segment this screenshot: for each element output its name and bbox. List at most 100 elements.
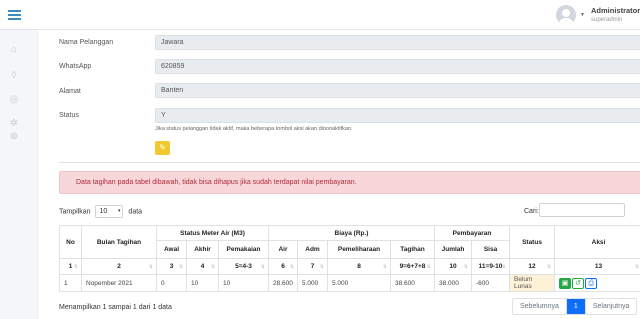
status-badge: Belum Lunas: [509, 274, 555, 292]
col-akhir: Akhir: [186, 240, 219, 259]
main-content: Nama Pelanggan Jawara WhatsApp 620859 Al…: [37, 30, 640, 319]
divider: [59, 162, 640, 163]
user-role: superadmin: [591, 17, 623, 23]
cell-pemakaian: 10: [218, 274, 269, 292]
billing-table: No Bulan Tagihan Status Meter Air (M3) B…: [59, 225, 640, 292]
whatsapp-field: 620859: [155, 59, 640, 74]
col-air: Air: [268, 240, 298, 259]
alamat-field: Banten: [155, 83, 640, 98]
pagination: Sebelumnya 1 Selanjutnya: [512, 298, 638, 315]
sort-icon: ⇅: [148, 264, 153, 270]
sort-icon: ⇅: [260, 264, 265, 270]
status-field: Y: [155, 108, 640, 123]
user-name[interactable]: Administrator: [591, 6, 640, 15]
chevron-down-icon: ▾: [117, 208, 121, 214]
sort-header[interactable]: 1 ⇅: [59, 258, 82, 275]
cell-awal: 0: [156, 274, 187, 292]
cell-adm: 5.000: [297, 274, 328, 292]
col-no: No: [59, 225, 82, 259]
close-icon[interactable]: ⊗: [8, 131, 20, 143]
search-input[interactable]: [539, 203, 625, 217]
col-group-meter: Status Meter Air (M3): [156, 225, 269, 241]
alamat-label: Alamat: [59, 88, 81, 95]
sort-icon: ⇅: [634, 264, 639, 270]
search-label: Cari:: [524, 208, 539, 215]
cell-no: 1: [59, 274, 82, 292]
gear-icon[interactable]: ✲: [8, 118, 20, 130]
sort-icon: ⇅: [319, 264, 324, 270]
alert-message: Data tagihan pada tabel dibawah, tidak b…: [59, 171, 640, 194]
sort-icon: ⇅: [426, 264, 431, 270]
cell-tagihan: 38.600: [390, 274, 435, 292]
sort-header[interactable]: 10 ⇅: [434, 258, 472, 275]
prev-page-button[interactable]: Sebelumnya: [513, 299, 567, 314]
user-avatar[interactable]: [556, 5, 576, 25]
sort-icon: ⇅: [546, 264, 551, 270]
sort-icon: ⇅: [178, 264, 183, 270]
sort-header[interactable]: 4 ⇅: [186, 258, 219, 275]
sort-header[interactable]: 7 ⇅: [297, 258, 328, 275]
cell-sisa: -600: [471, 274, 510, 292]
col-pemeliharaan: Pemeliharaan: [327, 240, 391, 259]
sort-icon: ⇅: [210, 264, 215, 270]
next-page-button[interactable]: Selanjutnya: [584, 299, 637, 314]
cell-akhir: 10: [186, 274, 219, 292]
col-status: Status: [509, 225, 555, 259]
print-button[interactable]: ⎙: [585, 277, 597, 289]
cell-bulan: Nopember 2021: [81, 274, 157, 292]
col-group-pembayaran: Pembayaran: [434, 225, 510, 241]
sort-header[interactable]: 9=6+7+8 ⇅: [390, 258, 435, 275]
money-icon: ▣: [561, 279, 569, 287]
top-navbar: ▼ Administrator superadmin: [0, 0, 640, 30]
pay-button[interactable]: ▣: [559, 277, 571, 289]
col-bulan: Bulan Tagihan: [81, 225, 157, 259]
col-pemakaian: Pemakaian: [218, 240, 269, 259]
show-label: Tampilkan: [59, 208, 91, 216]
col-group-biaya: Biaya (Rp.): [268, 225, 435, 241]
cell-air: 28.600: [268, 274, 298, 292]
history-button[interactable]: ↺: [572, 277, 584, 289]
pencil-icon: ✎: [159, 143, 166, 152]
water-drop-icon[interactable]: ◊: [8, 70, 20, 82]
col-adm: Adm: [297, 240, 328, 259]
sort-header[interactable]: 5=4-3 ⇅: [218, 258, 269, 275]
history-icon: ↺: [575, 279, 581, 287]
sort-header[interactable]: 11=9-10 ⇅: [471, 258, 510, 275]
sort-icon: ⇅: [73, 264, 78, 270]
whatsapp-label: WhatsApp: [59, 63, 92, 70]
nama-field: Jawara: [155, 35, 640, 50]
sort-header[interactable]: 12 ⇅: [509, 258, 555, 275]
nama-label: Nama Pelanggan: [59, 39, 114, 46]
sort-header[interactable]: 13 ⇅: [554, 258, 640, 275]
sort-header[interactable]: 6 ⇅: [268, 258, 298, 275]
sort-header[interactable]: 3 ⇅: [156, 258, 187, 275]
page-length-select[interactable]: 10 ▾: [95, 205, 124, 218]
menu-toggle-icon[interactable]: [8, 10, 21, 20]
edit-button[interactable]: ✎: [155, 141, 170, 155]
col-sisa: Sisa: [471, 240, 510, 259]
page-1-button[interactable]: 1: [566, 299, 585, 314]
col-tagihan: Tagihan: [390, 240, 435, 259]
status-hint: Jika status pelanggan tidak aktif, maka …: [155, 126, 353, 132]
table-info: Menampilkan 1 sampai 1 dari 1 data: [59, 304, 172, 311]
sidebar: ⌂ ◊ ◎ ✲ ⊗: [0, 30, 28, 319]
entries-label: data: [128, 208, 143, 216]
length-control: Tampilkan 10 ▾ data: [59, 205, 142, 218]
sort-icon: ⇅: [463, 264, 468, 270]
cell-pemeliharaan: 5.000: [327, 274, 391, 292]
sort-header[interactable]: 8 ⇅: [327, 258, 391, 275]
sort-icon: ⇅: [501, 264, 506, 270]
sort-icon: ⇅: [382, 264, 387, 270]
col-aksi: Aksi: [554, 225, 640, 259]
status-label: Status: [59, 112, 79, 119]
money-icon[interactable]: ◎: [8, 94, 20, 106]
cell-aksi: ▣ ↺ ⎙: [554, 274, 640, 292]
cell-jumlah: 38.000: [434, 274, 472, 292]
chevron-down-icon[interactable]: ▼: [580, 12, 585, 18]
home-icon[interactable]: ⌂: [8, 44, 20, 56]
sort-header[interactable]: 2 ⇅: [81, 258, 157, 275]
print-icon: ⎙: [588, 279, 594, 287]
table-row: 1 Nopember 2021 0 10 10 28.600 5.000 5.0…: [59, 274, 640, 292]
sort-icon: ⇅: [289, 264, 294, 270]
col-jumlah: Jumlah: [434, 240, 472, 259]
